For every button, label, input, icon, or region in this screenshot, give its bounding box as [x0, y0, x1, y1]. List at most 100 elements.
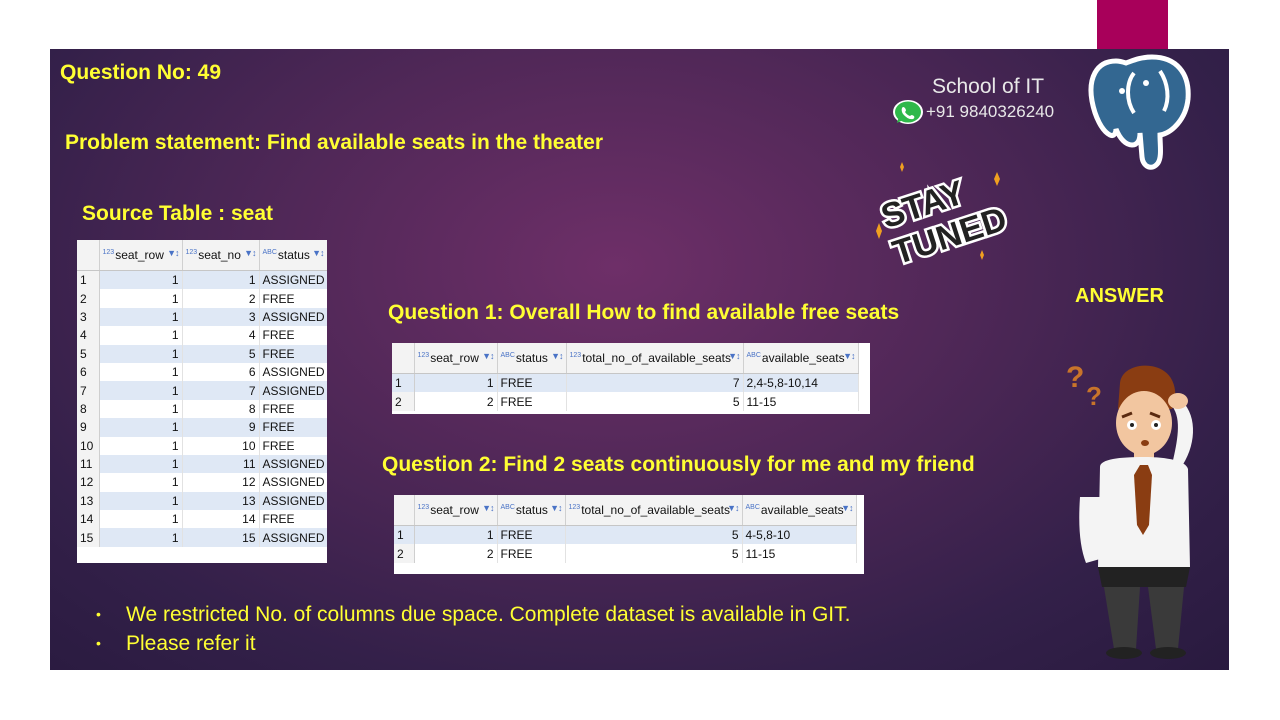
table-cell[interactable]: FREE	[497, 544, 566, 563]
table-cell[interactable]: 2	[182, 289, 260, 308]
table-cell[interactable]: 1	[99, 307, 183, 327]
column-header[interactable]: 123seat_row ▼↕	[414, 495, 498, 526]
table-cell[interactable]: FREE	[497, 525, 566, 545]
table-cell[interactable]: 1	[99, 270, 183, 290]
table-cell[interactable]: 11-15	[743, 392, 859, 411]
table-cell[interactable]: ASSIGNED	[259, 454, 327, 474]
table-cell[interactable]: 1	[99, 399, 183, 419]
table-row[interactable]: 1 1 FREE 7 2,4-5,8-10,14	[392, 373, 859, 393]
table-cell[interactable]: 11	[182, 454, 260, 474]
table-cell[interactable]: 1	[99, 326, 183, 345]
table-cell[interactable]: 1	[99, 418, 183, 437]
table-row[interactable]: 2 2 FREE 5 11-15	[394, 544, 857, 563]
table-cell[interactable]: 1	[99, 528, 183, 547]
column-header[interactable]: 123seat_row ▼↕	[414, 343, 498, 374]
table-row[interactable]: 9 1 9 FREE	[77, 418, 327, 437]
table-row[interactable]: 8 1 8 FREE	[77, 399, 327, 419]
table-cell[interactable]: 12	[182, 473, 260, 492]
table-cell[interactable]: ASSIGNED	[259, 473, 327, 492]
table-cell[interactable]: 11-15	[742, 544, 857, 563]
table-cell[interactable]: 1	[99, 362, 183, 382]
table-cell[interactable]: 7	[566, 373, 744, 393]
table-cell[interactable]: 14	[182, 510, 260, 529]
column-header[interactable]: 123seat_no ▼↕	[182, 240, 260, 271]
table-cell[interactable]: 1	[99, 289, 183, 308]
column-header[interactable]: ABCstatus ▼↕	[259, 240, 327, 271]
table-row[interactable]: 4 1 4 FREE	[77, 326, 327, 345]
table-cell[interactable]: FREE	[259, 289, 327, 308]
filter-sort-icon[interactable]: ▼↕	[728, 351, 740, 361]
table-cell[interactable]: 8	[182, 399, 260, 419]
table-cell[interactable]: FREE	[259, 510, 327, 529]
table-cell[interactable]: FREE	[259, 326, 327, 345]
table-cell[interactable]: 7	[182, 381, 260, 400]
table-cell[interactable]: ASSIGNED	[259, 491, 327, 511]
table-cell[interactable]: 1	[99, 344, 183, 363]
table-cell[interactable]: FREE	[259, 399, 327, 419]
table-cell[interactable]: FREE	[259, 418, 327, 437]
table-cell[interactable]: 9	[182, 418, 260, 437]
table-cell[interactable]: 3	[182, 307, 260, 327]
table-cell[interactable]: 5	[565, 544, 743, 563]
table-cell[interactable]: FREE	[259, 436, 327, 455]
table-row[interactable]: 13 1 13 ASSIGNED	[77, 491, 327, 511]
table-cell[interactable]: 1	[99, 454, 183, 474]
table-cell[interactable]: ASSIGNED	[259, 307, 327, 327]
filter-sort-icon[interactable]: ▼↕	[551, 351, 563, 361]
filter-sort-icon[interactable]: ▼↕	[482, 503, 494, 513]
table-row[interactable]: 15 1 15 ASSIGNED	[77, 528, 327, 547]
table-row[interactable]: 11 1 11 ASSIGNED	[77, 454, 327, 474]
table-cell[interactable]: 5	[565, 525, 743, 545]
table-cell[interactable]: 2,4-5,8-10,14	[743, 373, 859, 393]
table-cell[interactable]: FREE	[497, 392, 567, 411]
table-cell[interactable]: 1	[414, 373, 498, 393]
filter-sort-icon[interactable]: ▼↕	[550, 503, 562, 513]
table-row[interactable]: 5 1 5 FREE	[77, 344, 327, 363]
table-cell[interactable]: 1	[182, 270, 260, 290]
table-cell[interactable]: 4	[182, 326, 260, 345]
column-header[interactable]: 123total_no_of_available_seats ▼↕	[566, 343, 744, 374]
table-cell[interactable]: 5	[566, 392, 744, 411]
filter-sort-icon[interactable]: ▼↕	[482, 351, 494, 361]
table-cell[interactable]: 2	[414, 544, 498, 563]
filter-sort-icon[interactable]: ▼↕	[843, 351, 855, 361]
table-row[interactable]: 12 1 12 ASSIGNED	[77, 473, 327, 492]
table-cell[interactable]: ASSIGNED	[259, 270, 327, 290]
filter-sort-icon[interactable]: ▼↕	[244, 248, 256, 258]
table-cell[interactable]: ASSIGNED	[259, 381, 327, 400]
filter-sort-icon[interactable]: ▼↕	[727, 503, 739, 513]
table-row[interactable]: 14 1 14 FREE	[77, 510, 327, 529]
table-cell[interactable]: ASSIGNED	[259, 362, 327, 382]
table-cell[interactable]: 1	[99, 491, 183, 511]
table-cell[interactable]: 1	[99, 510, 183, 529]
column-header[interactable]: 123seat_row ▼↕	[99, 240, 183, 271]
table-cell[interactable]: 1	[99, 436, 183, 455]
filter-sort-icon[interactable]: ▼↕	[841, 503, 853, 513]
column-header[interactable]: ABCstatus ▼↕	[497, 343, 567, 374]
table-cell[interactable]: ASSIGNED	[259, 528, 327, 547]
table-cell[interactable]: 2	[414, 392, 498, 411]
table-cell[interactable]: 1	[99, 381, 183, 400]
table-cell[interactable]: FREE	[259, 344, 327, 363]
table-cell[interactable]: 4-5,8-10	[742, 525, 857, 545]
column-header[interactable]: 123total_no_of_available_seats ▼↕	[565, 495, 743, 526]
filter-sort-icon[interactable]: ▼↕	[312, 248, 324, 258]
table-row[interactable]: 7 1 7 ASSIGNED	[77, 381, 327, 400]
table-row[interactable]: 6 1 6 ASSIGNED	[77, 362, 327, 382]
table-cell[interactable]: 13	[182, 491, 260, 511]
table-row[interactable]: 3 1 3 ASSIGNED	[77, 307, 327, 327]
column-header[interactable]: ABCstatus ▼↕	[497, 495, 566, 526]
table-row[interactable]: 10 1 10 FREE	[77, 436, 327, 455]
table-cell[interactable]: 10	[182, 436, 260, 455]
table-row[interactable]: 2 2 FREE 5 11-15	[392, 392, 859, 411]
column-header[interactable]: ABCavailable_seats ▼↕	[742, 495, 857, 526]
table-row[interactable]: 2 1 2 FREE	[77, 289, 327, 308]
table-cell[interactable]: 1	[99, 473, 183, 492]
table-cell[interactable]: 5	[182, 344, 260, 363]
table-cell[interactable]: 1	[414, 525, 498, 545]
table-row[interactable]: 1 1 1 ASSIGNED	[77, 270, 327, 290]
filter-sort-icon[interactable]: ▼↕	[167, 248, 179, 258]
table-cell[interactable]: 15	[182, 528, 260, 547]
table-row[interactable]: 1 1 FREE 5 4-5,8-10	[394, 525, 857, 545]
column-header[interactable]: ABCavailable_seats ▼↕	[743, 343, 859, 374]
